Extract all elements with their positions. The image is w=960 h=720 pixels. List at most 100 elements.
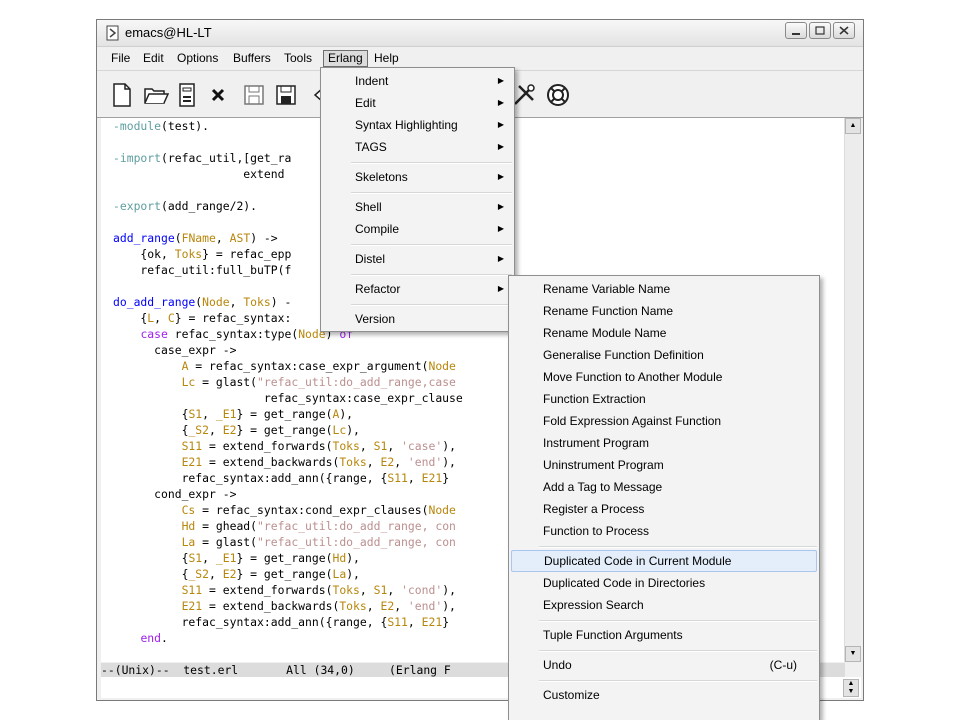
code-token: = ghead(: [195, 519, 258, 533]
open-directory-icon[interactable]: [175, 82, 201, 108]
code-line[interactable]: Hd = ghead("refac_util:do_add_range, con: [113, 518, 470, 534]
refactor-menu-item-function-extraction[interactable]: Function Extraction: [511, 388, 817, 410]
refactor-menu-item-move-function-to-another-module[interactable]: Move Function to Another Module: [511, 366, 817, 388]
code-line[interactable]: S11 = extend_forwards(Toks, S1, 'case'),: [113, 438, 470, 454]
vertical-scrollbar[interactable]: ▲ ▼: [844, 118, 861, 662]
code-line[interactable]: S11 = extend_forwards(Toks, S1, 'cond'),: [113, 582, 470, 598]
code-line[interactable]: refac_syntax:add_ann({range, {S11, E21}: [113, 614, 470, 630]
code-token: (add_range/2).: [161, 199, 258, 213]
code-line[interactable]: E21 = extend_backwards(Toks, E2, 'end'),: [113, 598, 470, 614]
erlang-menu-item-compile[interactable]: Compile ▶: [323, 218, 512, 240]
erlang-menu-item-version[interactable]: Version: [323, 308, 512, 330]
refactor-menu-item-add-a-tag-to-message[interactable]: Add a Tag to Message: [511, 476, 817, 498]
code-line[interactable]: A = refac_syntax:case_expr_argument(Node: [113, 358, 470, 374]
menu-help[interactable]: Help: [370, 50, 403, 67]
erlang-menu-item-skeletons[interactable]: Skeletons ▶: [323, 166, 512, 188]
menu-item-label: Undo: [543, 658, 572, 672]
erlang-menu-item-distel[interactable]: Distel ▶: [323, 248, 512, 270]
refactor-menu-item-fold-expression-against-function[interactable]: Fold Expression Against Function: [511, 410, 817, 432]
save-as-icon[interactable]: [273, 82, 299, 108]
erlang-menu-item-indent[interactable]: Indent ▶: [323, 70, 512, 92]
code-line[interactable]: cond_expr ->: [113, 486, 470, 502]
minibuffer-scroll-icon[interactable]: ▲ ▼: [843, 679, 859, 697]
code-token: -export: [113, 199, 162, 213]
scroll-down-arrow-icon[interactable]: ▼: [845, 646, 861, 662]
refactor-menu-item-expression-search[interactable]: Expression Search: [511, 594, 817, 616]
menu-accelerator: (C-u): [769, 658, 797, 672]
refactor-menu-item-generalise-function-definition[interactable]: Generalise Function Definition: [511, 344, 817, 366]
refactor-menu-item-tuple-function-arguments[interactable]: Tuple Function Arguments: [511, 624, 817, 646]
menu-buffers[interactable]: Buffers: [229, 50, 275, 67]
menu-item-label: Rename Variable Name: [543, 282, 671, 296]
menu-erlang[interactable]: Erlang: [323, 50, 368, 67]
close-window-button[interactable]: [833, 22, 855, 39]
refactor-menu-item-register-a-process[interactable]: Register a Process: [511, 498, 817, 520]
code-token: Toks: [243, 295, 271, 309]
code-line[interactable]: refac_syntax:add_ann({range, {S11, E21}: [113, 470, 470, 486]
refactor-menu-item-function-to-process[interactable]: Function to Process: [511, 520, 817, 542]
menu-item-label: Rename Module Name: [543, 326, 667, 340]
submenu-arrow-icon: ▶: [497, 224, 504, 233]
code-token: .: [161, 631, 168, 645]
code-token: ) ->: [250, 231, 278, 245]
code-line[interactable]: La = glast("refac_util:do_add_range, con: [113, 534, 470, 550]
erlang-menu-item-edit[interactable]: Edit ▶: [323, 92, 512, 114]
refactor-menu-item-duplicated-code-in-current-module[interactable]: Duplicated Code in Current Module: [511, 550, 817, 572]
menu-file[interactable]: File: [107, 50, 134, 67]
code-token: AST: [229, 231, 251, 245]
refactor-menu-item-rename-function-name[interactable]: Rename Function Name: [511, 300, 817, 322]
code-token: refac_syntax:case_expr_clause: [113, 391, 463, 405]
menu-separator: [539, 546, 817, 548]
refactor-menu-item-uninstrument-program[interactable]: Uninstrument Program: [511, 454, 817, 476]
refactor-menu-item-rename-variable-name[interactable]: Rename Variable Name: [511, 278, 817, 300]
code-line[interactable]: case_expr ->: [113, 342, 470, 358]
code-line[interactable]: Cs = refac_syntax:cond_expr_clauses(Node: [113, 502, 470, 518]
refactor-menu-item-instrument-program[interactable]: Instrument Program: [511, 432, 817, 454]
open-folder-icon[interactable]: [143, 82, 169, 108]
refactor-menu-item-duplicated-code-in-directories[interactable]: Duplicated Code in Directories: [511, 572, 817, 594]
code-line[interactable]: {_S2, E2} = get_range(Lc),: [113, 422, 470, 438]
erlang-menu-item-tags[interactable]: TAGS ▶: [323, 136, 512, 158]
emacs-app-icon: [106, 25, 119, 41]
maximize-icon: [815, 26, 825, 35]
refactor-menu-item-customize[interactable]: Customize: [511, 684, 817, 706]
menu-item-label: Duplicated Code in Current Module: [544, 554, 732, 568]
menu-options[interactable]: Options: [173, 50, 222, 67]
help-icon[interactable]: [545, 82, 571, 108]
save-icon[interactable]: [241, 82, 267, 108]
code-token: = glast(: [195, 535, 258, 549]
code-token: E21: [181, 455, 203, 469]
code-line[interactable]: {S1, _E1} = get_range(Hd),: [113, 550, 470, 566]
code-line[interactable]: {_S2, E2} = get_range(La),: [113, 566, 470, 582]
erlang-menu-item-syntax-highlighting[interactable]: Syntax Highlighting ▶: [323, 114, 512, 136]
maximize-button[interactable]: [809, 22, 831, 39]
menu-tools[interactable]: Tools: [280, 50, 316, 67]
code-token: _S2: [188, 423, 210, 437]
refactor-menu-item-undo[interactable]: Undo (C-u): [511, 654, 817, 676]
code-line[interactable]: end.: [113, 630, 470, 646]
menu-separator: [539, 620, 817, 622]
code-token: ,: [215, 231, 230, 245]
refactor-menu-item-rename-module-name[interactable]: Rename Module Name: [511, 322, 817, 344]
code-token: S11: [181, 583, 203, 597]
code-line[interactable]: refac_syntax:case_expr_clause: [113, 390, 470, 406]
minimize-button[interactable]: [785, 22, 807, 39]
code-token: E2: [380, 455, 395, 469]
title-bar[interactable]: emacs@HL-LT: [97, 20, 863, 47]
code-token: ),: [346, 567, 360, 581]
code-token: ,: [407, 471, 422, 485]
submenu-arrow-icon: ▶: [497, 98, 504, 107]
scroll-up-arrow-icon[interactable]: ▲: [845, 118, 861, 134]
erlang-menu-item-shell[interactable]: Shell ▶: [323, 196, 512, 218]
code-line[interactable]: E21 = extend_backwards(Toks, E2, 'end'),: [113, 454, 470, 470]
close-icon[interactable]: [205, 82, 231, 108]
menu-item-label: Move Function to Another Module: [543, 370, 723, 384]
new-file-icon[interactable]: [109, 82, 135, 108]
submenu-arrow-icon: ▶: [497, 202, 504, 211]
code-line[interactable]: {S1, _E1} = get_range(A),: [113, 406, 470, 422]
menu-edit[interactable]: Edit: [139, 50, 168, 67]
erlang-menu-item-refactor[interactable]: Refactor ▶: [323, 278, 512, 300]
code-token: E21: [421, 471, 443, 485]
code-line[interactable]: Lc = glast("refac_util:do_add_range,case: [113, 374, 470, 390]
code-token: ,: [359, 583, 374, 597]
